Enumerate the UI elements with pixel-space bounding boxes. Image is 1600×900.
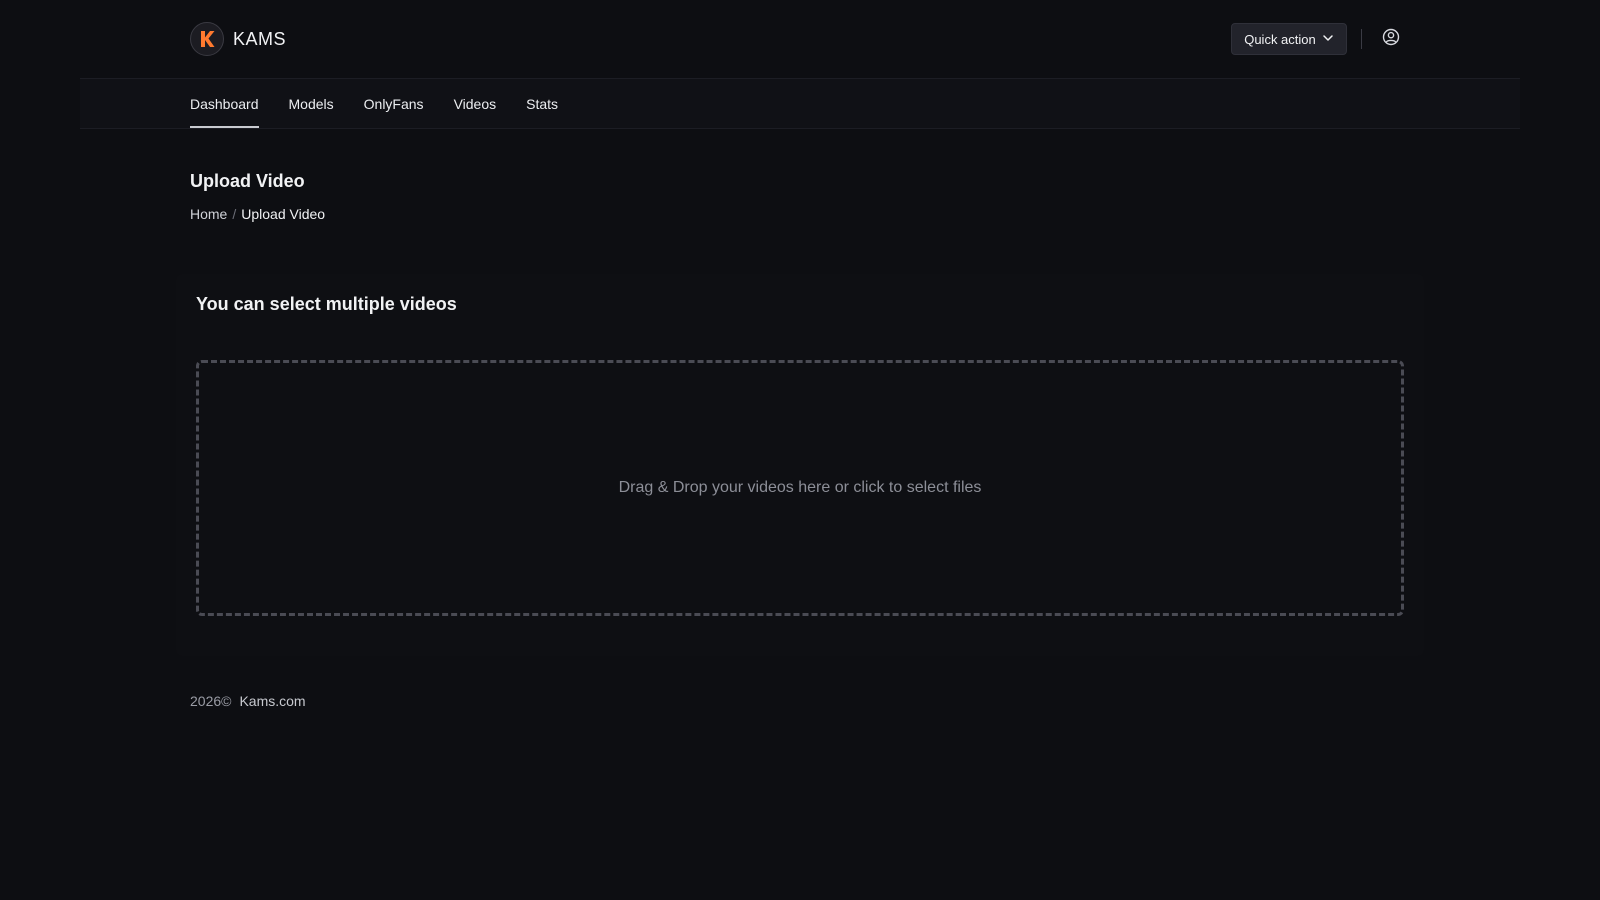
breadcrumb-current: Upload Video xyxy=(241,206,326,222)
video-dropzone[interactable]: Drag & Drop your videos here or click to… xyxy=(196,360,1404,616)
header-divider xyxy=(1361,29,1362,49)
top-header: KAMS Quick action xyxy=(0,0,1600,78)
footer-site-link[interactable]: Kams.com xyxy=(239,693,305,709)
nav-item-stats[interactable]: Stats xyxy=(526,79,558,128)
nav-item-videos[interactable]: Videos xyxy=(454,79,497,128)
footer-copyright: 2026© xyxy=(190,693,232,709)
chevron-down-icon xyxy=(1322,32,1334,47)
page-title: Upload Video xyxy=(190,171,305,191)
user-circle-icon xyxy=(1382,28,1400,51)
footer: 2026© Kams.com xyxy=(190,693,306,709)
main-nav: Dashboard Models OnlyFans Videos Stats xyxy=(80,78,1520,129)
dropzone-text: Drag & Drop your videos here or click to… xyxy=(618,479,982,496)
quick-action-label: Quick action xyxy=(1244,31,1316,47)
brand-logo-link[interactable]: KAMS xyxy=(190,22,286,56)
upload-card-title: You can select multiple videos xyxy=(196,294,457,314)
quick-action-button[interactable]: Quick action xyxy=(1231,23,1347,55)
brand-name: KAMS xyxy=(233,28,287,49)
breadcrumb: Home / Upload Video xyxy=(190,206,325,222)
nav-item-models[interactable]: Models xyxy=(289,79,334,128)
user-menu-button[interactable] xyxy=(1380,28,1402,50)
breadcrumb-home-link[interactable]: Home xyxy=(190,206,227,222)
upload-card: You can select multiple videos Drag & Dr… xyxy=(176,274,1424,656)
brand-logo-icon xyxy=(190,22,224,56)
breadcrumb-separator: / xyxy=(232,206,237,222)
nav-item-dashboard[interactable]: Dashboard xyxy=(190,79,259,128)
nav-item-onlyfans[interactable]: OnlyFans xyxy=(364,79,424,128)
